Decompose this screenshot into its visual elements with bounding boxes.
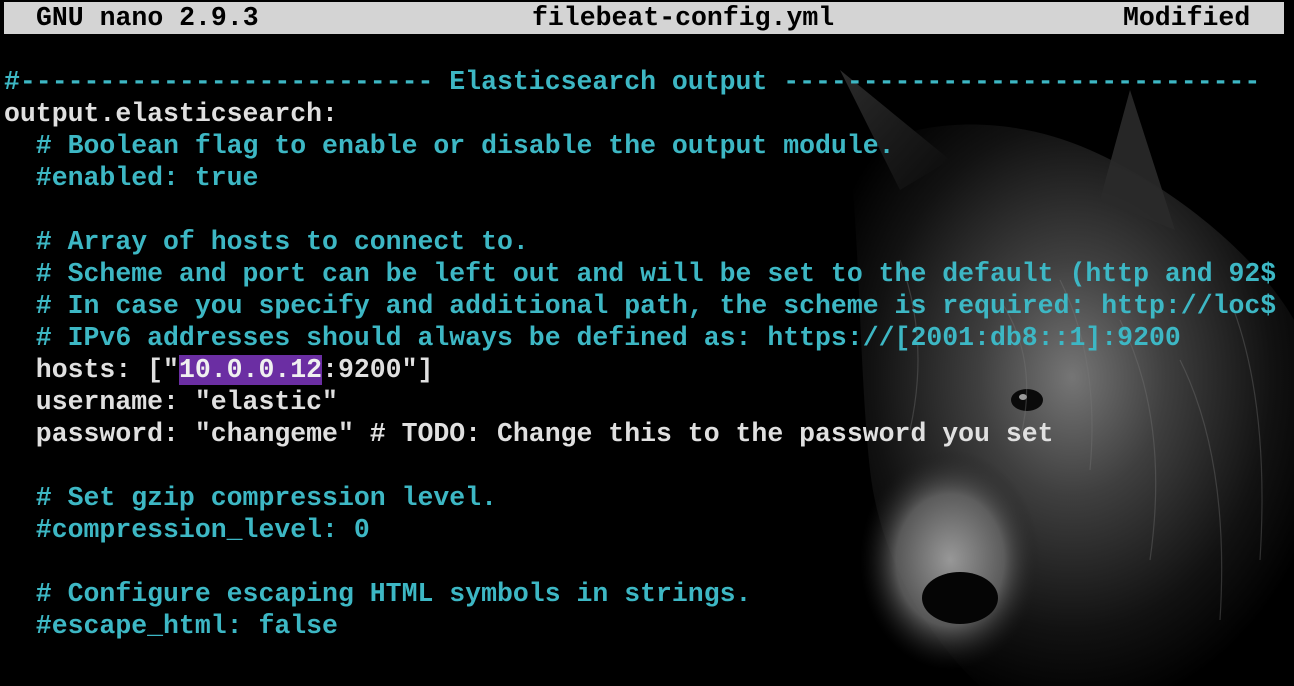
filename-label: filebeat-config.yml <box>532 3 835 33</box>
code-line[interactable] <box>4 450 1276 482</box>
editor-text-area[interactable]: #-------------------------- Elasticsearc… <box>4 66 1276 642</box>
code-line[interactable]: # Configure escaping HTML symbols in str… <box>4 578 1276 610</box>
code-line[interactable]: output.elasticsearch: <box>4 98 1276 130</box>
code-line[interactable]: # Set gzip compression level. <box>4 482 1276 514</box>
app-version-label: GNU nano 2.9.3 <box>36 3 259 33</box>
code-line[interactable]: # IPv6 addresses should always be define… <box>4 322 1276 354</box>
hosts-prefix: hosts: [" <box>4 355 179 385</box>
code-line[interactable]: #-------------------------- Elasticsearc… <box>4 66 1276 98</box>
hosts-suffix: :9200"] <box>322 355 434 385</box>
code-line[interactable]: #compression_level: 0 <box>4 514 1276 546</box>
terminal-window[interactable]: GNU nano 2.9.3 filebeat-config.yml Modif… <box>0 0 1294 686</box>
nano-title-bar: GNU nano 2.9.3 filebeat-config.yml Modif… <box>4 2 1284 34</box>
code-line[interactable]: password: "changeme" # TODO: Change this… <box>4 418 1276 450</box>
code-line[interactable]: #escape_html: false <box>4 610 1276 642</box>
selected-host-text[interactable]: 10.0.0.12 <box>178 355 323 385</box>
code-line[interactable]: # Array of hosts to connect to. <box>4 226 1276 258</box>
hosts-line[interactable]: hosts: ["10.0.0.12:9200"] <box>4 354 1276 386</box>
code-line[interactable]: username: "elastic" <box>4 386 1276 418</box>
code-line[interactable]: #enabled: true <box>4 162 1276 194</box>
code-line[interactable]: # In case you specify and additional pat… <box>4 290 1276 322</box>
code-line[interactable]: # Scheme and port can be left out and wi… <box>4 258 1276 290</box>
code-line[interactable] <box>4 194 1276 226</box>
modified-status: Modified <box>1123 3 1251 33</box>
code-line[interactable]: # Boolean flag to enable or disable the … <box>4 130 1276 162</box>
code-line[interactable] <box>4 546 1276 578</box>
